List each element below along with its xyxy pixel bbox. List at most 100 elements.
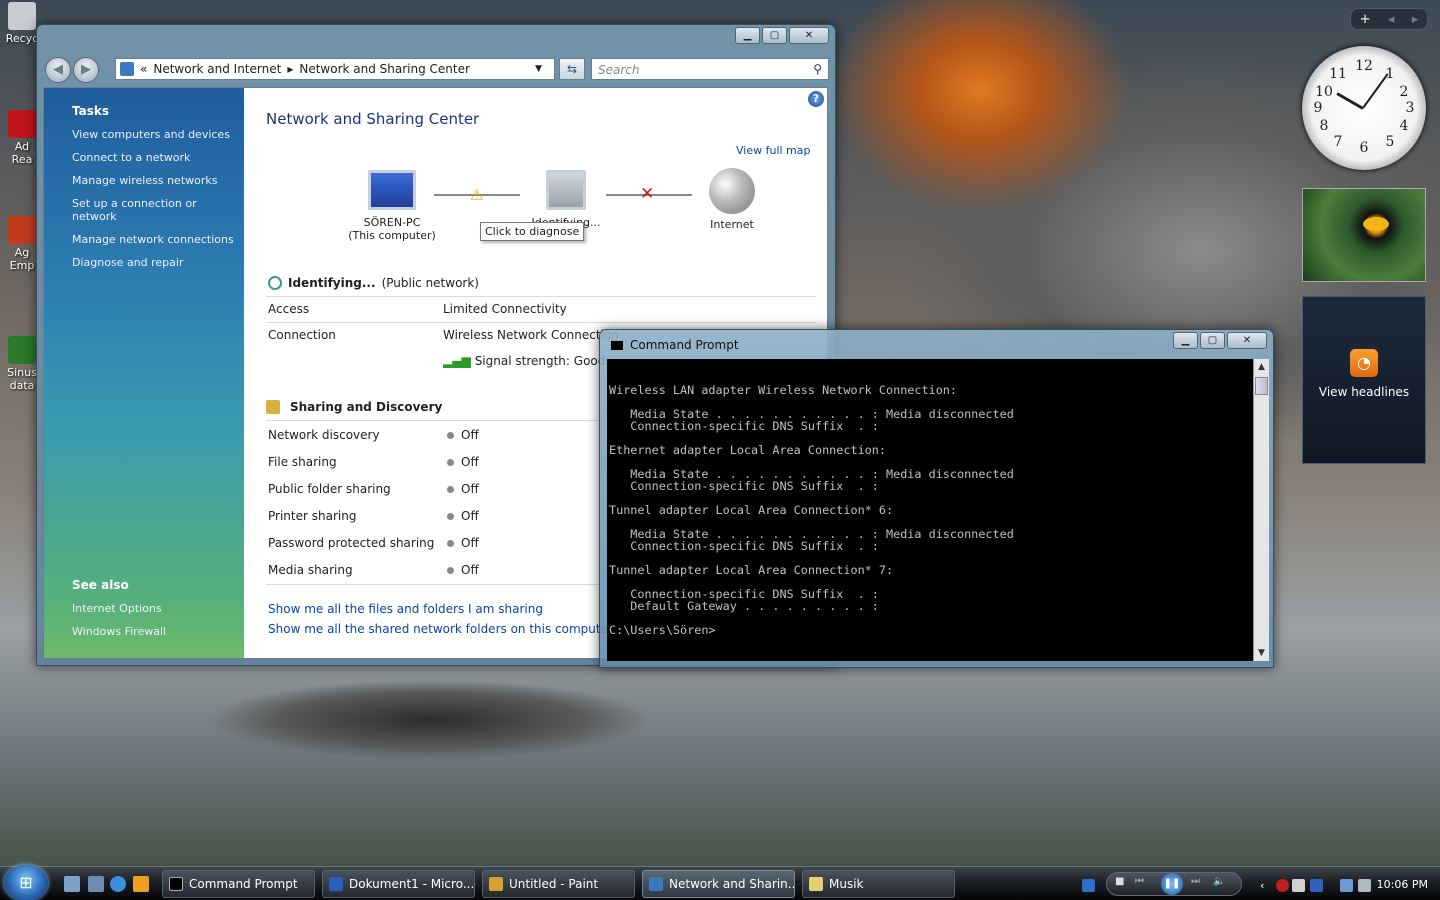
previous-track-icon[interactable]: ⏮ xyxy=(1135,876,1144,887)
start-button[interactable]: ⊞ xyxy=(4,865,48,900)
status-dot-icon xyxy=(447,567,454,574)
navigation-bar: ◀ ▶ « Network and Internet ▸ Network and… xyxy=(43,55,831,83)
scroll-down-icon[interactable]: ▼ xyxy=(1254,645,1269,661)
back-button[interactable]: ◀ xyxy=(45,57,71,83)
sharing-row-label: Public folder sharing xyxy=(268,482,391,496)
sidebar-controls: + ◂ ▸ xyxy=(1350,8,1428,30)
tray-app-icon[interactable] xyxy=(1310,879,1323,892)
sharing-header: Sharing and Discovery xyxy=(266,400,442,414)
task-manage-wireless[interactable]: Manage wireless networks xyxy=(72,174,244,187)
internet-explorer-icon[interactable] xyxy=(110,876,126,892)
clock-number: 7 xyxy=(1333,134,1343,150)
status-dot-icon xyxy=(447,540,454,547)
link-show-shared-files[interactable]: Show me all the files and folders I am s… xyxy=(268,602,543,616)
task-setup-connection[interactable]: Set up a connection or network xyxy=(72,197,244,223)
minute-hand xyxy=(1362,73,1389,109)
media-player-icon[interactable] xyxy=(133,876,149,892)
taskbar-button-command-prompt[interactable]: Command Prompt xyxy=(162,870,315,898)
window-caption-buttons: ▁ ▢ ✕ xyxy=(735,27,829,44)
media-player-toolbar-icon[interactable] xyxy=(1082,879,1095,892)
clock-gadget[interactable]: 12 1 2 3 4 5 6 7 8 9 10 11 xyxy=(1302,46,1426,170)
task-view-computers[interactable]: View computers and devices xyxy=(72,128,244,141)
computer-icon xyxy=(368,170,416,210)
search-input[interactable]: Search ⚲ xyxy=(591,58,829,80)
speaker-icon[interactable] xyxy=(1358,879,1371,892)
clock-time[interactable]: 10:06 PM xyxy=(1377,878,1428,891)
scroll-up-icon[interactable]: ▲ xyxy=(1254,359,1269,375)
scroll-thumb[interactable] xyxy=(1255,377,1268,395)
minimize-button[interactable]: ▁ xyxy=(1173,332,1198,349)
warning-icon[interactable]: ⚠ xyxy=(470,186,483,204)
feed-headlines-gadget[interactable]: ◔ View headlines xyxy=(1302,296,1426,464)
taskbar: ⊞ Command Prompt Dokument1 - Micro... Un… xyxy=(0,865,1440,900)
refresh-button[interactable]: ⇆ xyxy=(559,58,585,80)
view-headlines-label[interactable]: View headlines xyxy=(1303,385,1425,399)
sharing-row-value: Off xyxy=(461,536,479,550)
slideshow-gadget[interactable] xyxy=(1302,188,1426,282)
link-show-shared-folders[interactable]: Show me all the shared network folders o… xyxy=(268,622,613,636)
recycle-bin-desktop-icon[interactable]: Recyc xyxy=(4,2,40,45)
volume-icon[interactable]: 🔈 xyxy=(1213,876,1225,887)
taskbar-button-musik[interactable]: Musik xyxy=(802,870,955,898)
search-icon[interactable]: ⚲ xyxy=(813,62,822,76)
network-computers-icon xyxy=(546,170,586,210)
computer-subtitle: (This computer) xyxy=(348,229,436,242)
maximize-button[interactable]: ▢ xyxy=(1200,332,1225,349)
age-of-empires-desktop-icon[interactable]: Ag Emp xyxy=(4,216,40,272)
close-button[interactable]: ✕ xyxy=(1227,332,1267,349)
help-icon[interactable]: ? xyxy=(808,91,824,107)
status-dot-icon xyxy=(447,459,454,466)
next-page-button[interactable]: ▸ xyxy=(1412,12,1419,27)
close-button[interactable]: ✕ xyxy=(789,27,829,44)
taskbar-button-network-sharing[interactable]: Network and Sharin... xyxy=(642,870,795,898)
taskbar-button-paint[interactable]: Untitled - Paint xyxy=(482,870,635,898)
pause-button[interactable]: ❚❚ xyxy=(1161,873,1183,895)
next-track-icon[interactable]: ⏭ xyxy=(1191,876,1200,887)
show-hidden-icons[interactable]: ‹ xyxy=(1260,879,1273,892)
task-connect-network[interactable]: Connect to a network xyxy=(72,151,244,164)
cmd-scrollbar[interactable]: ▲ ▼ xyxy=(1253,359,1269,661)
address-dropdown-icon[interactable]: ▼ xyxy=(535,64,542,74)
previous-page-button[interactable]: ◂ xyxy=(1388,12,1395,27)
maximize-button[interactable]: ▢ xyxy=(762,27,787,44)
breadcrumb-separator[interactable]: ▸ xyxy=(287,62,293,76)
disconnected-x-icon[interactable]: ✕ xyxy=(640,184,654,204)
map-internet[interactable]: Internet xyxy=(682,168,782,231)
map-computer[interactable]: SÖREN-PC (This computer) xyxy=(342,170,442,242)
stop-icon[interactable]: ■ xyxy=(1115,876,1124,887)
add-gadget-button[interactable]: + xyxy=(1360,12,1371,27)
sinus-data-desktop-icon[interactable]: Sinus data xyxy=(4,336,40,392)
sinus-data-icon xyxy=(8,336,36,364)
recycle-bin-icon xyxy=(8,2,36,30)
minimize-button[interactable]: ▁ xyxy=(735,27,760,44)
sharing-title: Sharing and Discovery xyxy=(290,400,443,414)
address-root[interactable]: « xyxy=(140,62,147,76)
show-desktop-icon[interactable] xyxy=(64,876,80,892)
signal-strength: Signal strength: Good xyxy=(474,354,606,368)
view-full-map-link[interactable]: View full map xyxy=(736,144,811,157)
map-middle-network[interactable]: Identifying... xyxy=(516,170,616,229)
task-manage-connections[interactable]: Manage network connections xyxy=(72,233,244,246)
security-alert-icon[interactable] xyxy=(1276,879,1289,892)
cmd-icon xyxy=(169,877,183,891)
network-type: (Public network) xyxy=(381,276,479,290)
task-diagnose-repair[interactable]: Diagnose and repair xyxy=(72,256,244,269)
adobe-reader-desktop-icon[interactable]: Ad Rea xyxy=(4,110,40,166)
paint-icon xyxy=(489,877,503,891)
link-internet-options[interactable]: Internet Options xyxy=(72,602,166,615)
access-label: Access xyxy=(268,302,310,316)
cmd-console[interactable]: Wireless LAN adapter Wireless Network Co… xyxy=(607,359,1253,661)
taskbar-button-word[interactable]: Dokument1 - Micro... xyxy=(322,870,475,898)
address-bar[interactable]: « Network and Internet ▸ Network and Sha… xyxy=(115,58,555,80)
globe-icon xyxy=(709,168,755,214)
forward-button[interactable]: ▶ xyxy=(73,57,99,83)
link-windows-firewall[interactable]: Windows Firewall xyxy=(72,625,166,638)
switch-windows-icon[interactable] xyxy=(88,876,104,892)
tray-app-icon[interactable] xyxy=(1292,879,1305,892)
breadcrumb-network-internet[interactable]: Network and Internet xyxy=(153,62,281,76)
see-also-heading: See also xyxy=(72,578,129,592)
breadcrumb-network-sharing-center[interactable]: Network and Sharing Center xyxy=(299,62,470,76)
clock-number: 8 xyxy=(1319,118,1329,134)
network-status-icon[interactable] xyxy=(1340,879,1353,892)
page-title: Network and Sharing Center xyxy=(266,110,480,128)
